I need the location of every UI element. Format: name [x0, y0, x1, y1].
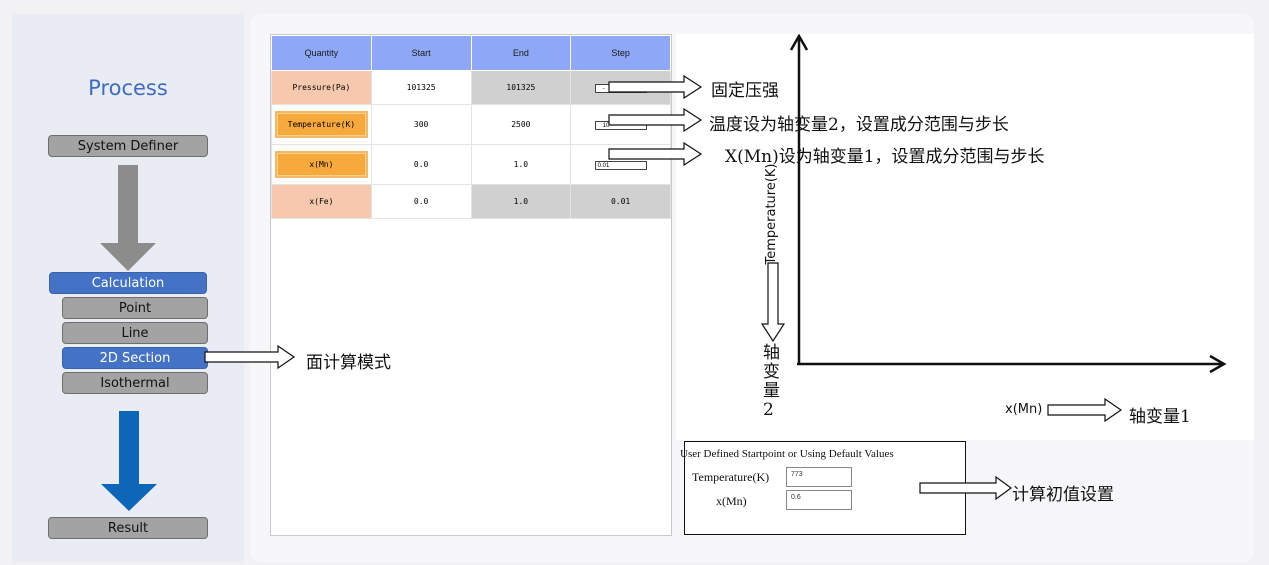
startpoint-xmn-input[interactable]: 0.6: [786, 490, 852, 510]
section-2d-button[interactable]: 2D Section: [62, 347, 208, 369]
startpoint-temperature-input[interactable]: 773: [786, 467, 852, 487]
hollow-arrow-icon: [919, 476, 1013, 500]
annotation-fixed-pressure: 固定压强: [711, 81, 779, 101]
quantity-xmn[interactable]: x(Mn): [275, 151, 368, 178]
table-row: x(Fe) 0.0 1.0 0.01: [271, 184, 671, 219]
quantity-xfe: x(Fe): [271, 184, 372, 219]
calculation-button[interactable]: Calculation: [49, 272, 207, 294]
annotation-axis-var1: 轴变量1: [1129, 407, 1191, 427]
annotation-init-setting: 计算初值设置: [1012, 485, 1114, 505]
flow-arrow-down-icon: [101, 411, 157, 511]
start-xfe: 0.0: [370, 184, 472, 219]
hollow-arrow-icon: [608, 108, 703, 132]
line-button[interactable]: Line: [62, 322, 208, 344]
hollow-arrow-down-icon: [761, 262, 785, 342]
x-axis-label: x(Mn): [1005, 402, 1043, 417]
quantity-temperature[interactable]: Temperature(K): [275, 111, 368, 138]
startpoint-title: User Defined Startpoint or Using Default…: [680, 448, 894, 460]
process-title: Process: [88, 76, 168, 100]
y-axis-label: Temperature(K): [764, 163, 779, 265]
end-temperature[interactable]: 2500: [470, 104, 572, 145]
startpoint-xmn-label: x(Mn): [716, 494, 747, 508]
hollow-arrow-icon: [204, 345, 296, 369]
startpoint-temperature-label: Temperature(K): [692, 470, 770, 484]
start-pressure[interactable]: 101325: [370, 70, 472, 105]
start-temperature[interactable]: 300: [370, 104, 472, 145]
end-xmn[interactable]: 1.0: [470, 144, 572, 185]
hollow-arrow-icon: [608, 75, 703, 99]
annotation-mode: 面计算模式: [306, 353, 391, 373]
column-header-start: Start: [370, 35, 472, 71]
hollow-arrow-icon: [1047, 398, 1123, 422]
point-button[interactable]: Point: [62, 297, 208, 319]
end-xfe: 1.0: [470, 184, 572, 219]
plot-axes: [789, 34, 1227, 374]
column-header-quantity: Quantity: [271, 35, 372, 71]
system-definer-button[interactable]: System Definer: [48, 135, 208, 157]
column-header-step: Step: [570, 35, 671, 71]
step-xfe: 0.01: [570, 184, 671, 219]
process-panel: Process System Definer Calculation Point…: [12, 14, 244, 562]
flow-arrow-down-icon: [100, 165, 156, 271]
isothermal-button[interactable]: Isothermal: [62, 372, 208, 394]
hollow-arrow-icon: [608, 142, 703, 166]
start-xmn[interactable]: 0.0: [370, 144, 472, 185]
annotation-axis-var2: 轴变量2: [763, 343, 780, 420]
result-button[interactable]: Result: [48, 517, 208, 539]
end-pressure: 101325: [470, 70, 572, 105]
column-header-end: End: [470, 35, 572, 71]
quantity-pressure: Pressure(Pa): [271, 70, 372, 105]
